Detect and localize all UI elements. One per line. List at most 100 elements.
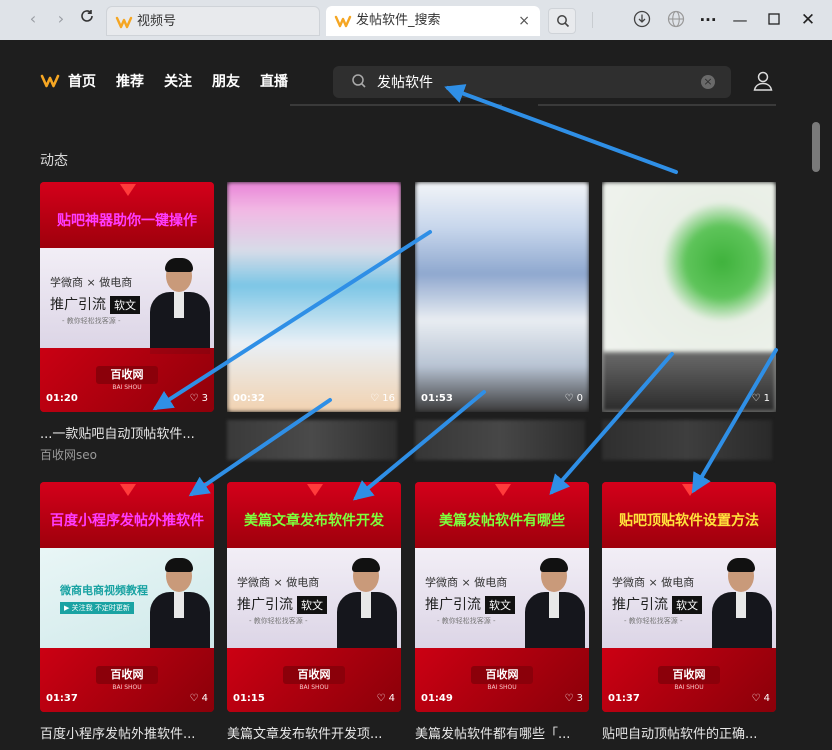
tab-search-results[interactable]: 发帖软件_搜索 × bbox=[326, 6, 540, 36]
video-author[interactable]: 百收网seo bbox=[40, 446, 97, 463]
video-thumbnail: 贴吧神器助你一键操作 学微商 × 做电商 推广引流 软文 - 教你轻松找客源 - … bbox=[40, 182, 214, 412]
thumb-text: 推广引流 bbox=[50, 297, 106, 313]
browser-window: ‹ › 视频号 发帖软件_搜索 × ··· — ✕ 首页 推荐 关注 朋友 直播… bbox=[0, 0, 832, 750]
video-title[interactable]: 百度小程序发帖外推软件... bbox=[40, 723, 216, 742]
video-card[interactable]: 贴吧顶贴软件设置方法 学微商 × 做电商 推广引流 软文 - 教你轻松找客源 - … bbox=[602, 482, 776, 712]
video-duration: 00:32 bbox=[233, 393, 265, 404]
thumb-text: 软文 bbox=[297, 596, 327, 614]
video-thumbnail: 百度小程序发帖外推软件 微商电商视频教程 ▶ 关注我 不定时更新 百收网 BAI… bbox=[40, 482, 214, 712]
tab-search-button[interactable] bbox=[548, 8, 576, 34]
search-icon bbox=[557, 15, 570, 28]
close-icon[interactable]: ✕ bbox=[796, 10, 820, 30]
nav-friends[interactable]: 朋友 bbox=[212, 71, 240, 91]
video-duration: 01:37 bbox=[608, 693, 640, 704]
header-divider bbox=[538, 104, 776, 106]
video-duration: 01:49 bbox=[421, 693, 453, 704]
video-title[interactable]: ...一款贴吧自动顶帖软件... bbox=[40, 423, 216, 442]
thumb-text: 推广引流 软文 bbox=[425, 594, 515, 614]
thumb-text: 推广引流 软文 bbox=[612, 594, 702, 614]
down-arrow-icon bbox=[682, 484, 698, 496]
site-header: 首页 推荐 关注 朋友 直播 发帖软件 × bbox=[0, 40, 812, 120]
thumb-headline: 贴吧顶贴软件设置方法 bbox=[619, 513, 759, 529]
video-title[interactable]: 美篇发帖软件都有哪些「... bbox=[415, 723, 591, 742]
forward-icon[interactable]: › bbox=[50, 8, 72, 30]
thumb-text: 推广引流 bbox=[425, 597, 481, 613]
brand-sublabel: BAI SHOU bbox=[112, 384, 142, 391]
nav-following[interactable]: 关注 bbox=[164, 71, 192, 91]
brand-label: 百收网 bbox=[96, 666, 158, 684]
search-icon bbox=[352, 74, 366, 88]
video-thumbnail: 贴吧顶贴软件设置方法 学微商 × 做电商 推广引流 软文 - 教你轻松找客源 - … bbox=[602, 482, 776, 712]
user-icon[interactable] bbox=[752, 70, 774, 92]
clear-search-icon[interactable]: × bbox=[701, 75, 715, 89]
video-thumbnail: 美篇发帖软件有哪些 学微商 × 做电商 推广引流 软文 - 教你轻松找客源 - 百… bbox=[415, 482, 589, 712]
channels-page: 首页 推荐 关注 朋友 直播 发帖软件 × 动态 贴吧神器助你一键操作 学微商 bbox=[0, 40, 832, 750]
thumb-headline: 美篇发帖软件有哪些 bbox=[439, 513, 565, 529]
presenter-image bbox=[523, 556, 587, 654]
thumb-text: 软文 bbox=[672, 596, 702, 614]
section-title: 动态 bbox=[40, 153, 68, 169]
nav-home[interactable]: 首页 bbox=[68, 71, 96, 91]
like-number: 16 bbox=[382, 393, 395, 404]
thumb-text: 软文 bbox=[485, 596, 515, 614]
like-count: ♡ 4 bbox=[189, 693, 208, 704]
like-number: 3 bbox=[201, 393, 208, 404]
video-card[interactable]: 美篇发帖软件有哪些 学微商 × 做电商 推广引流 软文 - 教你轻松找客源 - 百… bbox=[415, 482, 589, 712]
tab-close-icon[interactable]: × bbox=[518, 6, 530, 36]
like-number: 4 bbox=[763, 693, 770, 704]
browser-toolbar: ‹ › 视频号 发帖软件_搜索 × ··· — ✕ bbox=[0, 0, 832, 40]
tab-video-channel[interactable]: 视频号 bbox=[106, 6, 320, 36]
like-number: 0 bbox=[576, 393, 583, 404]
presenter-image bbox=[148, 556, 212, 654]
thumb-text: 推广引流 bbox=[237, 597, 293, 613]
nav-recommend[interactable]: 推荐 bbox=[116, 71, 144, 91]
blurred-title bbox=[227, 420, 397, 460]
channels-logo-icon bbox=[115, 16, 133, 29]
thumb-text: ▶ 关注我 不定时更新 bbox=[60, 602, 134, 614]
video-thumbnail: 美篇文章发布软件开发 学微商 × 做电商 推广引流 软文 - 教你轻松找客源 - … bbox=[227, 482, 401, 712]
video-card[interactable]: 美篇文章发布软件开发 学微商 × 做电商 推广引流 软文 - 教你轻松找客源 - … bbox=[227, 482, 401, 712]
video-card[interactable]: 贴吧神器助你一键操作 学微商 × 做电商 推广引流 软文 - 教你轻松找客源 - … bbox=[40, 182, 214, 412]
like-number: 4 bbox=[201, 693, 208, 704]
video-title[interactable]: 贴吧自动顶帖软件的正确... bbox=[602, 723, 778, 742]
brand-label: 百收网 bbox=[96, 366, 158, 384]
brand-sublabel: BAI SHOU bbox=[112, 684, 142, 691]
blurred-title bbox=[415, 420, 585, 460]
video-title[interactable]: 美篇文章发布软件开发项... bbox=[227, 723, 403, 742]
globe-icon[interactable] bbox=[664, 10, 688, 33]
minimize-icon[interactable]: — bbox=[728, 10, 752, 30]
video-card[interactable]: 01:53 ♡ 0 bbox=[415, 182, 589, 412]
back-icon[interactable]: ‹ bbox=[22, 8, 44, 30]
video-duration: 01:53 bbox=[421, 393, 453, 404]
refresh-icon[interactable] bbox=[76, 8, 98, 30]
brand-sublabel: BAI SHOU bbox=[674, 684, 704, 691]
like-number: 4 bbox=[388, 693, 395, 704]
thumb-text: - 教你轻松找客源 - bbox=[437, 617, 496, 625]
video-duration: 01:15 bbox=[233, 693, 265, 704]
presenter-image bbox=[148, 256, 212, 354]
like-count: ♡ 4 bbox=[376, 693, 395, 704]
like-count: ♡ 3 bbox=[189, 393, 208, 404]
brand-sublabel: BAI SHOU bbox=[487, 684, 517, 691]
tab-label: 发帖软件_搜索 bbox=[356, 13, 441, 28]
thumb-headline: 百度小程序发帖外推软件 bbox=[50, 513, 204, 529]
channels-logo-icon[interactable] bbox=[40, 72, 60, 90]
thumb-text: 学微商 × 做电商 bbox=[237, 576, 320, 589]
blurred-thumbnail bbox=[415, 182, 589, 412]
scrollbar-thumb[interactable] bbox=[812, 122, 820, 172]
thumb-text: 微商电商视频教程 bbox=[60, 584, 148, 597]
maximize-icon[interactable] bbox=[762, 10, 786, 30]
search-input[interactable]: 发帖软件 × bbox=[333, 66, 731, 98]
video-card[interactable]: ♡ 1 bbox=[602, 182, 776, 412]
more-icon[interactable]: ··· bbox=[696, 10, 720, 30]
thumb-text: - 教你轻松找客源 - bbox=[249, 617, 308, 625]
search-query[interactable]: 发帖软件 bbox=[377, 72, 433, 92]
nav-live[interactable]: 直播 bbox=[260, 71, 288, 91]
download-icon[interactable] bbox=[630, 10, 654, 33]
video-card[interactable]: 百度小程序发帖外推软件 微商电商视频教程 ▶ 关注我 不定时更新 百收网 BAI… bbox=[40, 482, 214, 712]
thumb-text: 软文 bbox=[110, 296, 140, 314]
video-card[interactable]: 00:32 ♡ 16 bbox=[227, 182, 401, 412]
thumb-text: 推广引流 bbox=[612, 597, 668, 613]
presenter-image bbox=[335, 556, 399, 654]
thumb-text: 学微商 × 做电商 bbox=[612, 576, 695, 589]
